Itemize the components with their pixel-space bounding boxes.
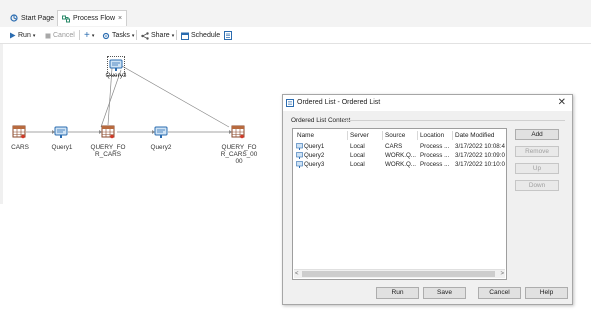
table-row[interactable]: Query2 Local WORK.Q... Process ... 3/17/… — [293, 151, 506, 160]
node-label-line: R_CARS_00 — [220, 151, 258, 158]
node-label-line: 00 — [235, 158, 243, 165]
table-row[interactable]: Query3 Local WORK.Q... Process ... 3/17/… — [293, 160, 506, 169]
cell-location: Process ... — [420, 152, 450, 159]
query1-node[interactable] — [54, 125, 68, 141]
column-divider — [382, 131, 383, 140]
cell-name: Query3 — [304, 161, 325, 168]
down-button[interactable]: Down — [515, 180, 559, 191]
query-icon — [296, 143, 303, 150]
node-label-line: QUERY_FO — [221, 144, 257, 151]
cell-name: Query1 — [304, 143, 325, 150]
cell-source: WORK.Q... — [385, 161, 416, 168]
cell-location: Process ... — [420, 161, 450, 168]
column-divider — [452, 131, 453, 140]
cell-server: Local — [350, 143, 365, 150]
query-for-cars-0000-table-node[interactable] — [231, 125, 245, 141]
ordered-list-dialog: Ordered List - Ordered List ✕ Ordered Li… — [282, 94, 573, 305]
column-header-server[interactable]: Server — [350, 132, 369, 139]
list-icon — [286, 99, 294, 107]
column-header-name[interactable]: Name — [297, 132, 314, 139]
query-icon — [54, 126, 68, 138]
cell-server: Local — [350, 152, 365, 159]
node-label: QUERY_FO R_CARS_00 00 — [218, 144, 260, 165]
ordered-list-table[interactable]: Name Server Source Location Date Modifie… — [292, 128, 507, 280]
scroll-right-icon[interactable]: > — [500, 270, 504, 278]
node-label-line: QUERY_FO — [90, 144, 126, 151]
query-for-cars-table-node[interactable] — [101, 125, 115, 141]
remove-button[interactable]: Remove — [515, 146, 559, 157]
cell-source: CARS — [385, 143, 403, 150]
table-icon — [231, 125, 245, 139]
node-label: Query1 — [51, 144, 73, 151]
group-label: Ordered List Content — [291, 117, 351, 124]
up-button[interactable]: Up — [515, 163, 559, 174]
node-label: Query3 — [105, 72, 127, 79]
node-label: CARS — [11, 144, 29, 151]
group-divider — [343, 120, 565, 121]
scroll-left-icon[interactable]: < — [295, 270, 299, 278]
query-icon — [296, 161, 303, 168]
node-label-line: R_CARS — [95, 151, 121, 158]
cars-table-node[interactable] — [12, 125, 26, 141]
close-icon[interactable]: ✕ — [558, 97, 566, 108]
cell-date: 3/17/2022 10:08:4... — [455, 143, 505, 150]
table-icon — [12, 125, 26, 139]
cell-date: 3/17/2022 10:09:0... — [455, 152, 505, 159]
column-header-location[interactable]: Location — [420, 132, 444, 139]
cancel-button[interactable]: Cancel — [478, 287, 521, 299]
query-icon — [109, 59, 123, 71]
cell-date: 3/17/2022 10:10:0... — [455, 161, 505, 168]
save-button[interactable]: Save — [423, 287, 466, 299]
column-header-source[interactable]: Source — [385, 132, 405, 139]
run-button[interactable]: Run — [376, 287, 419, 299]
dialog-title-bar[interactable]: Ordered List - Ordered List ✕ — [283, 95, 572, 111]
horizontal-scrollbar[interactable]: < > — [294, 269, 505, 278]
cell-location: Process ... — [420, 143, 450, 150]
help-button[interactable]: Help — [525, 287, 568, 299]
table-row[interactable]: Query1 Local CARS Process ... 3/17/2022 … — [293, 142, 506, 151]
column-divider — [347, 131, 348, 140]
cell-source: WORK.Q... — [385, 152, 416, 159]
node-label: Query2 — [150, 144, 172, 151]
cell-name: Query2 — [304, 152, 325, 159]
scroll-thumb[interactable] — [302, 271, 495, 277]
node-label: QUERY_FO R_CARS — [88, 144, 128, 158]
table-icon — [101, 125, 115, 139]
query-icon — [154, 126, 168, 138]
add-button[interactable]: Add — [515, 129, 559, 140]
dialog-title: Ordered List - Ordered List — [297, 99, 381, 106]
query2-node[interactable] — [154, 125, 168, 141]
column-header-date-modified[interactable]: Date Modified — [455, 132, 494, 139]
cell-server: Local — [350, 161, 365, 168]
query-icon — [296, 152, 303, 159]
column-divider — [417, 131, 418, 140]
